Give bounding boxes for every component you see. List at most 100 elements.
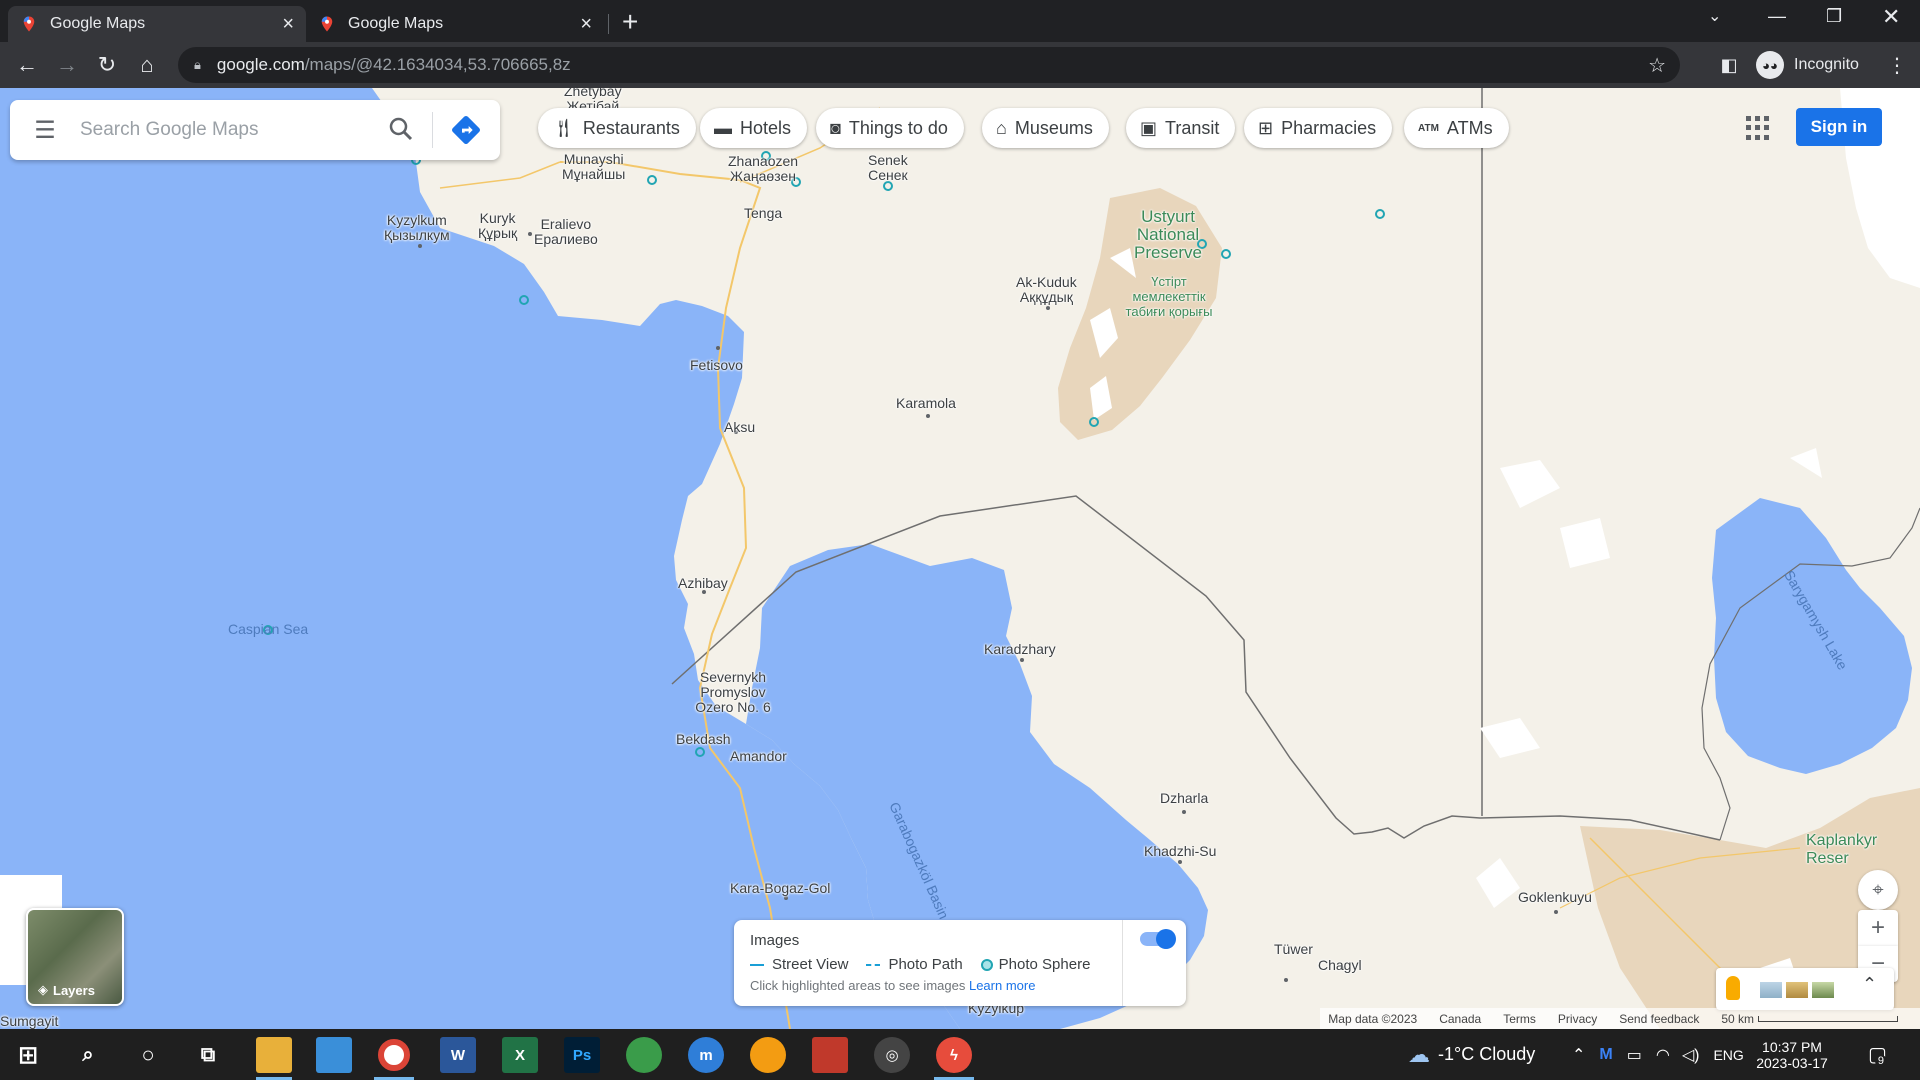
map-label[interactable]: Munayshi Мұнайшы: [562, 152, 625, 182]
browser-tab[interactable]: Google Maps ×: [8, 6, 306, 42]
flash-app-icon[interactable]: ϟ: [936, 1037, 972, 1073]
minimize-button[interactable]: —: [1768, 6, 1786, 27]
notification-center[interactable]: ▢ 9: [1868, 1029, 1888, 1080]
map-label[interactable]: Kuryk Құрық: [478, 211, 517, 241]
my-location-button[interactable]: ⌖: [1858, 870, 1898, 910]
chip-hotels[interactable]: ▬ Hotels: [700, 108, 808, 148]
map-label[interactable]: Severnykh Promyslov Ozero No. 6: [690, 670, 776, 715]
address-bar[interactable]: 🔒︎ google.com/maps/@42.1634034,53.706665…: [178, 47, 1680, 83]
map-label[interactable]: Karamola: [896, 396, 956, 411]
hamburger-menu-icon[interactable]: ☰: [10, 116, 80, 145]
map-label[interactable]: Khadzhi-Su: [1144, 844, 1216, 859]
terms-link[interactable]: Terms: [1503, 1012, 1536, 1026]
app-tray-icon[interactable]: M: [1599, 1046, 1612, 1064]
music-app-icon[interactable]: m: [688, 1037, 724, 1073]
bookmark-star-icon[interactable]: ☆: [1648, 53, 1666, 78]
language-indicator[interactable]: ENG: [1713, 1047, 1743, 1063]
send-feedback-link[interactable]: Send feedback: [1619, 1012, 1699, 1026]
pegman-icon[interactable]: [1726, 976, 1740, 1000]
recorder-app-icon[interactable]: [812, 1037, 848, 1073]
zoom-in-button[interactable]: +: [1858, 910, 1898, 946]
chip-pharmacies[interactable]: ⊞ Pharmacies: [1244, 108, 1393, 148]
close-window-button[interactable]: ✕: [1882, 4, 1900, 30]
expand-chevron-icon[interactable]: ⌃: [1862, 974, 1877, 995]
search-icon[interactable]: [386, 114, 416, 144]
restore-button[interactable]: ❐: [1826, 6, 1842, 27]
map-label[interactable]: Dzharla: [1160, 791, 1208, 806]
map-label[interactable]: Aksu: [724, 420, 755, 435]
preserve-label[interactable]: Ustyurt National Preserve: [1130, 208, 1206, 262]
android-app-icon[interactable]: [626, 1037, 662, 1073]
battery-icon[interactable]: ▭: [1627, 1045, 1642, 1065]
search-icon[interactable]: ⌕: [70, 1037, 106, 1073]
chip-label: Hotels: [740, 117, 792, 138]
map-label[interactable]: Kara-Bogaz-Gol: [730, 881, 830, 896]
chip-transit[interactable]: ▣ Transit: [1126, 108, 1236, 148]
map-label[interactable]: Fetisovo: [690, 358, 743, 373]
map-label[interactable]: Ak-Kuduk Аққұдық: [1016, 275, 1077, 305]
directions-icon[interactable]: [450, 114, 482, 146]
sea-label[interactable]: Caspian Sea: [228, 622, 308, 637]
thumbnail-icon[interactable]: [1786, 982, 1808, 998]
close-tab-icon[interactable]: ×: [580, 14, 592, 34]
file-explorer-icon[interactable]: [256, 1037, 292, 1073]
media-app-icon[interactable]: [750, 1037, 786, 1073]
thumbnail-icon[interactable]: [1760, 982, 1782, 998]
thumbnail-icon[interactable]: [1812, 982, 1834, 998]
map-label[interactable]: Tenga: [744, 206, 782, 221]
scale-label[interactable]: 50 km: [1721, 1012, 1754, 1026]
forward-button[interactable]: →: [52, 50, 82, 80]
weather-widget[interactable]: ☁ -1°C Cloudy: [1408, 1029, 1535, 1080]
tab-search-icon[interactable]: ⌄: [1708, 6, 1721, 26]
map-label[interactable]: Tüwer: [1274, 942, 1313, 957]
browser-tab[interactable]: Google Maps ×: [306, 6, 604, 42]
chip-things-to-do[interactable]: ◙ Things to do: [816, 108, 964, 148]
search-input[interactable]: [80, 119, 360, 141]
chip-atms[interactable]: ATM ATMs: [1404, 108, 1509, 148]
map-canvas[interactable]: Zhetybay Жетібай Munayshi Мұнайшы Zhanaoze…: [0, 88, 1920, 1029]
chevron-up-icon[interactable]: ⌃: [1572, 1045, 1585, 1065]
reserve-label[interactable]: Kaplankyr Reser: [1806, 832, 1916, 868]
chip-label: Restaurants: [582, 117, 680, 138]
map-label[interactable]: Eralievo Ералиево: [534, 217, 598, 247]
chrome-icon[interactable]: [378, 1039, 410, 1071]
map-label[interactable]: Chagyl: [1318, 958, 1362, 973]
map-label[interactable]: Bekdash: [676, 732, 730, 747]
lock-icon[interactable]: 🔒︎: [194, 57, 201, 73]
excel-icon[interactable]: X: [502, 1037, 538, 1073]
reload-button[interactable]: ↻: [92, 50, 122, 80]
chip-restaurants[interactable]: 🍴︎ Restaurants: [538, 108, 696, 148]
disc-app-icon[interactable]: ◎: [874, 1037, 910, 1073]
map-label[interactable]: Karadzhary: [984, 642, 1056, 657]
map-label[interactable]: Senek Сенек: [868, 153, 908, 183]
home-button[interactable]: ⌂: [132, 50, 162, 80]
map-label[interactable]: Goklenkuyu: [1518, 890, 1592, 905]
photoshop-icon[interactable]: Ps: [564, 1037, 600, 1073]
clock[interactable]: 10:37 PM 2023-03-17: [1752, 1029, 1832, 1080]
incognito-indicator[interactable]: ◕◕ Incognito: [1756, 48, 1859, 82]
map-label[interactable]: Zhanaozen Жаңаөзен: [728, 154, 798, 184]
map-label[interactable]: Amandor: [730, 749, 787, 764]
map-label[interactable]: Kyzylkum Қызылкум: [384, 213, 450, 243]
side-panel-icon[interactable]: ◧: [1714, 50, 1744, 80]
chip-museums[interactable]: ⌂ Museums: [982, 108, 1109, 148]
back-button[interactable]: ←: [12, 50, 42, 80]
control-panel-icon[interactable]: [316, 1037, 352, 1073]
volume-icon[interactable]: ◁): [1682, 1045, 1700, 1065]
task-view-icon[interactable]: ⧉: [190, 1037, 226, 1073]
learn-more-link[interactable]: Learn more: [969, 978, 1035, 993]
kebab-menu-icon[interactable]: ⋮: [1882, 50, 1912, 80]
google-apps-icon[interactable]: [1746, 116, 1770, 140]
new-tab-button[interactable]: +: [622, 8, 638, 36]
close-tab-icon[interactable]: ×: [282, 14, 294, 34]
country-link[interactable]: Canada: [1439, 1012, 1481, 1026]
map-label[interactable]: Azhibay: [678, 576, 728, 591]
cortana-icon[interactable]: ○: [130, 1037, 166, 1073]
layers-button[interactable]: ◈ Layers: [26, 908, 124, 1006]
sign-in-button[interactable]: Sign in: [1796, 108, 1882, 146]
privacy-link[interactable]: Privacy: [1558, 1012, 1597, 1026]
word-icon[interactable]: W: [440, 1037, 476, 1073]
images-toggle[interactable]: [1140, 929, 1176, 949]
windows-start-icon[interactable]: ⊞: [10, 1037, 46, 1073]
wifi-icon[interactable]: ◠: [1656, 1045, 1670, 1065]
